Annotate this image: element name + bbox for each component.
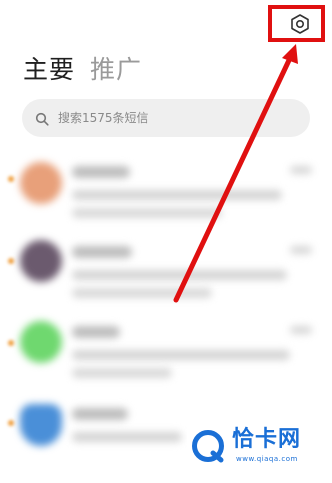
arrow-head xyxy=(282,44,298,64)
message-preview-blurred xyxy=(72,190,282,200)
settings-icon[interactable] xyxy=(289,13,311,35)
unread-dot xyxy=(8,340,14,346)
message-preview-blurred xyxy=(72,288,212,298)
contact-name-blurred xyxy=(72,246,132,258)
unread-dot xyxy=(8,258,14,264)
avatar xyxy=(20,240,62,282)
tab-primary[interactable]: 主要 xyxy=(23,55,75,85)
contact-name-blurred xyxy=(72,408,128,420)
contact-name-blurred xyxy=(72,326,120,338)
watermark-title: 恰卡网 xyxy=(232,427,302,452)
message-preview-blurred xyxy=(72,368,172,378)
list-item[interactable] xyxy=(0,316,332,401)
unread-dot xyxy=(8,420,14,426)
list-item[interactable] xyxy=(0,152,332,237)
search-placeholder[interactable]: 搜索1575条短信 xyxy=(58,109,149,127)
avatar xyxy=(20,321,62,363)
watermark-logo-icon xyxy=(191,429,225,463)
tab-promotions[interactable]: 推广 xyxy=(90,55,142,85)
timestamp-blurred xyxy=(290,326,312,334)
search-icon xyxy=(35,111,49,126)
contact-name-blurred xyxy=(72,166,130,178)
list-item[interactable] xyxy=(0,234,332,319)
unread-dot xyxy=(8,176,14,182)
avatar xyxy=(20,404,62,446)
timestamp-blurred xyxy=(290,246,312,254)
message-preview-blurred xyxy=(72,208,222,218)
message-preview-blurred xyxy=(72,270,287,280)
watermark-url: www.qiaqa.com xyxy=(236,455,298,463)
timestamp-blurred xyxy=(290,166,312,174)
message-preview-blurred xyxy=(72,432,182,442)
avatar xyxy=(20,162,62,204)
message-preview-blurred xyxy=(72,350,290,360)
